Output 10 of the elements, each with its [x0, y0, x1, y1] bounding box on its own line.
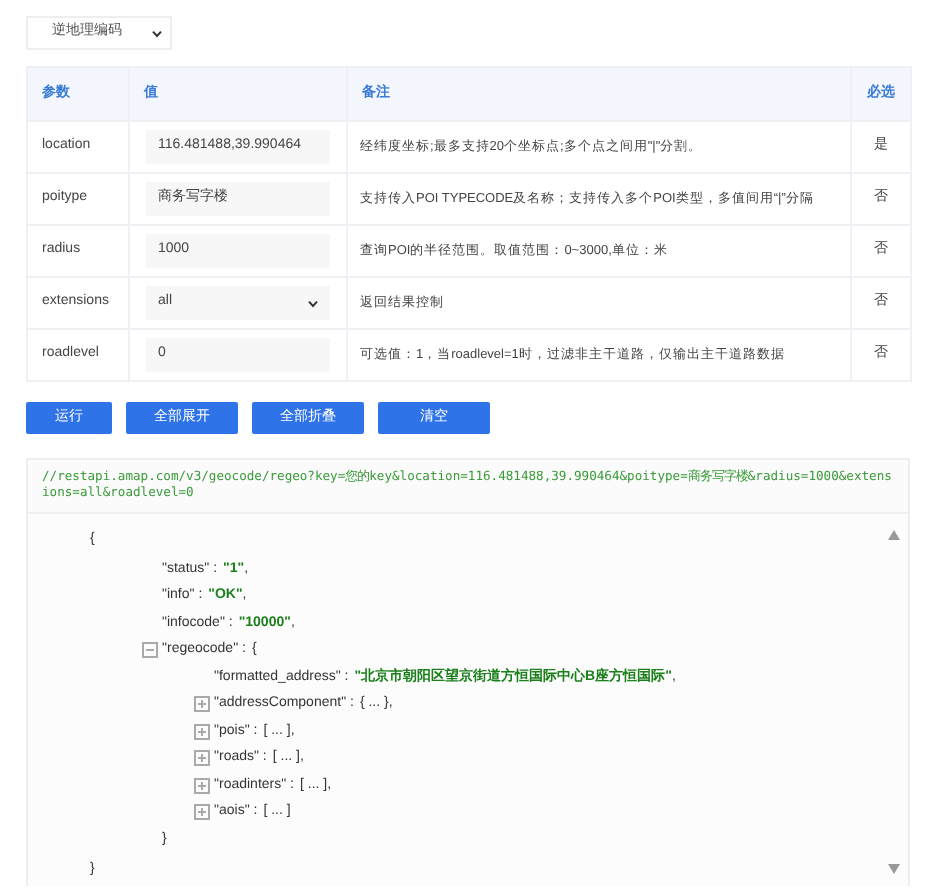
scroll-up-icon[interactable]	[888, 530, 900, 540]
expand-icon[interactable]	[194, 723, 210, 740]
chevron-down-icon	[308, 299, 318, 307]
expand-icon[interactable]	[194, 750, 210, 767]
scroll-down-icon[interactable]	[888, 864, 900, 874]
expand-icon[interactable]	[194, 804, 210, 821]
expand-icon[interactable]	[194, 696, 210, 713]
collapse-icon[interactable]	[142, 642, 158, 659]
chevron-down-icon	[152, 29, 162, 37]
expand-icon[interactable]	[194, 777, 210, 794]
